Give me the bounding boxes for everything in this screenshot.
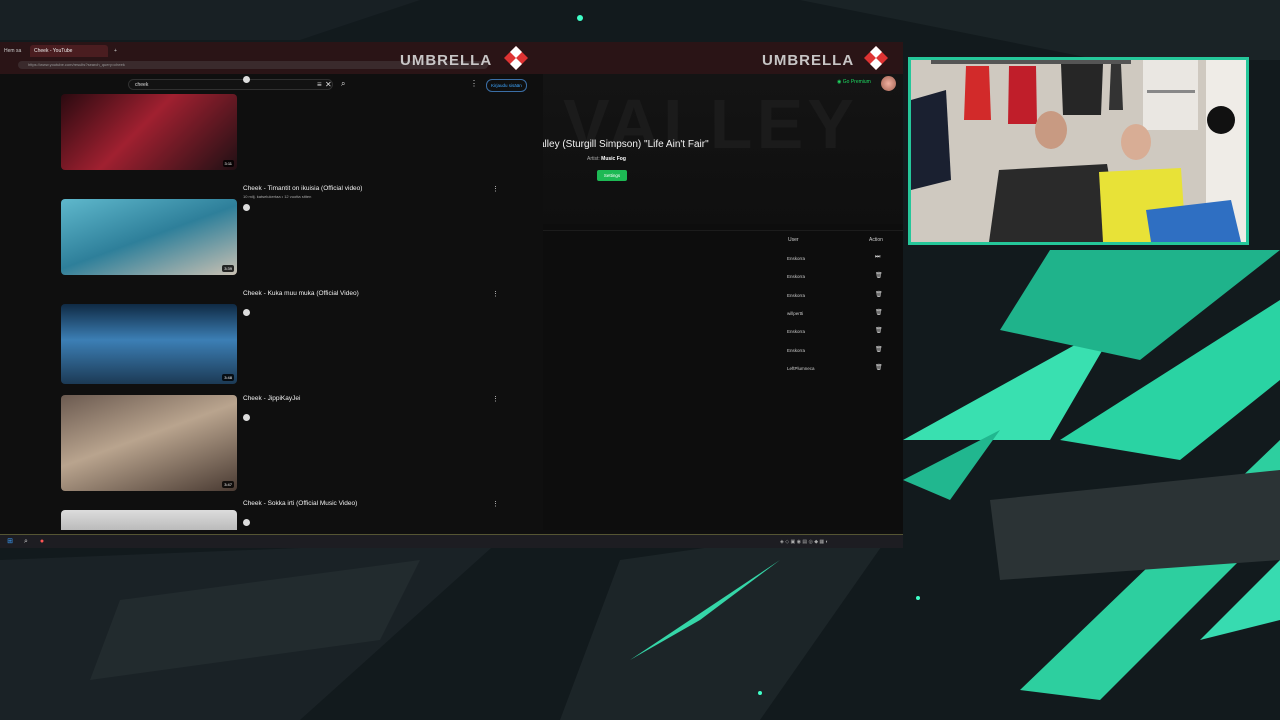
umbrella-logo-icon [864, 46, 888, 70]
channel-avatar-icon [243, 414, 250, 421]
video-title[interactable]: Cheek - Kuka muu muka (Official Video) [243, 290, 359, 297]
skip-icon[interactable]: ⏭ [875, 254, 880, 261]
desktop-capture: Hem sa Cheek - YouTube + https://www.you… [0, 42, 903, 548]
song-player-pane: VALLEY alley (Sturgill Simpson) "Life Ai… [543, 74, 903, 530]
trash-icon[interactable]: 🗑 [875, 327, 883, 334]
channel-avatar-icon [243, 519, 250, 526]
queue-user: Enskorra [787, 292, 806, 298]
video-thumbnail[interactable]: 3:11 [61, 94, 237, 170]
video-duration: 3:47 [222, 481, 234, 488]
video-title[interactable]: Cheek - Timantit on ikuisia (Official vi… [243, 185, 362, 192]
youtube-results-pane: cheek ≡ ✕ ⌕ ⋮ Kirjaudu sisään 3:11 3:39 … [0, 74, 540, 530]
go-premium-link[interactable]: ◉ Go Premium [837, 79, 871, 85]
queue-row: Enskorra 🗑 [543, 287, 903, 305]
search-icon[interactable]: ⌕ [341, 79, 345, 89]
browser-chrome: Hem sa Cheek - YouTube + https://www.you… [0, 42, 903, 74]
more-actions-icon[interactable]: ⋮ [492, 395, 499, 403]
more-icon[interactable]: ⋮ [470, 79, 478, 88]
video-duration: 3:11 [222, 160, 234, 167]
account-avatar[interactable] [881, 76, 896, 91]
queue-row: Enskorra 🗑 [543, 323, 903, 341]
tshirt-red [964, 66, 991, 120]
search-input[interactable]: cheek [128, 79, 333, 90]
channel-name[interactable] [243, 204, 254, 211]
queue-row: Enskorra 🗑 [543, 342, 903, 360]
more-actions-icon[interactable]: ⋮ [492, 290, 499, 298]
webcam-frame [908, 57, 1249, 245]
queue-row: Enskorra ⏭ [543, 250, 903, 268]
artist-name[interactable]: Music Fog [601, 156, 626, 162]
trash-icon[interactable]: 🗑 [875, 272, 883, 279]
queue-user: Enskorra [787, 347, 806, 353]
clear-icon[interactable]: ✕ [325, 80, 332, 89]
queue-user: Enskorra [787, 329, 806, 335]
channel-name[interactable] [243, 309, 254, 316]
filter-icon[interactable]: ≡ [317, 80, 322, 89]
video-thumbnail[interactable]: 3:48 [61, 304, 237, 384]
queue-row: LeftPlumneca 🗑 [543, 360, 903, 378]
system-tray-icons[interactable]: ◈ ◇ ▣ ◉ ▤ ◎ ◆ ▦ ◐ [780, 539, 829, 545]
channel-name[interactable] [243, 76, 254, 83]
queue-user: Enskorra [787, 274, 806, 280]
sign-in-button[interactable]: Kirjaudu sisään [486, 79, 527, 92]
more-actions-icon[interactable]: ⋮ [492, 185, 499, 193]
trash-icon[interactable]: 🗑 [875, 346, 883, 353]
brand-logo-left: UMBRELLA [400, 52, 493, 69]
trash-icon[interactable]: 🗑 [875, 291, 883, 298]
umbrella-logo-icon [504, 46, 528, 70]
column-header-action: Action [869, 237, 883, 243]
column-header-user: User [788, 237, 799, 243]
settings-button[interactable]: Settings [597, 170, 627, 181]
video-duration: 3:48 [222, 374, 234, 381]
video-meta: 10 milj. katselukertaa • 12 vuotta sitte… [243, 194, 312, 199]
artist-line: Artist: Music Fog [587, 156, 626, 162]
browser-taskbar-icon[interactable]: ● [38, 538, 46, 546]
queue-user: willpertti [787, 310, 804, 316]
video-thumbnail[interactable]: 3:47 [61, 395, 237, 491]
brand-logo-right: UMBRELLA [762, 52, 855, 69]
queue-user: Enskorra [787, 256, 806, 261]
queue-divider [543, 230, 903, 231]
video-thumbnail[interactable]: 3:39 [61, 199, 237, 275]
video-title[interactable]: Cheek - JippiKayJei [243, 395, 300, 402]
song-title: alley (Sturgill Simpson) "Life Ain't Fai… [543, 139, 709, 150]
search-taskbar-icon[interactable]: ⌕ [22, 538, 30, 546]
new-tab-icon[interactable]: + [110, 45, 121, 57]
hero-background-text: VALLEY [563, 85, 858, 163]
artist-label: Artist: [587, 156, 600, 162]
more-actions-icon[interactable]: ⋮ [492, 500, 499, 508]
queue-row: Enskorra 🗑 [543, 268, 903, 286]
channel-name[interactable] [243, 414, 254, 421]
trash-icon[interactable]: 🗑 [875, 309, 883, 316]
go-premium-label: Go Premium [842, 79, 871, 85]
taskbar: ⊞ ⌕ ● ◈ ◇ ▣ ◉ ▤ ◎ ◆ ▦ ◐ [0, 534, 903, 548]
start-icon[interactable]: ⊞ [6, 538, 14, 546]
queue-row: willpertti 🗑 [543, 305, 903, 323]
now-playing-hero: VALLEY alley (Sturgill Simpson) "Life Ai… [543, 74, 903, 224]
trash-icon[interactable]: 🗑 [875, 364, 883, 371]
video-duration: 3:39 [222, 265, 234, 272]
queue-user: LeftPlumneca [787, 365, 815, 371]
channel-name[interactable] [243, 519, 254, 526]
channel-avatar-icon [243, 204, 250, 211]
channel-avatar-icon [243, 309, 250, 316]
webcam-feed [911, 60, 1246, 242]
video-thumbnail[interactable] [61, 510, 237, 530]
tab-home[interactable]: Hem sa [0, 45, 25, 57]
channel-avatar-icon [243, 76, 250, 83]
tab-youtube[interactable]: Cheek - YouTube [30, 45, 108, 57]
sidebar-collapsed [0, 74, 20, 530]
video-title[interactable]: Cheek - Sokka irti (Official Music Video… [243, 500, 357, 507]
